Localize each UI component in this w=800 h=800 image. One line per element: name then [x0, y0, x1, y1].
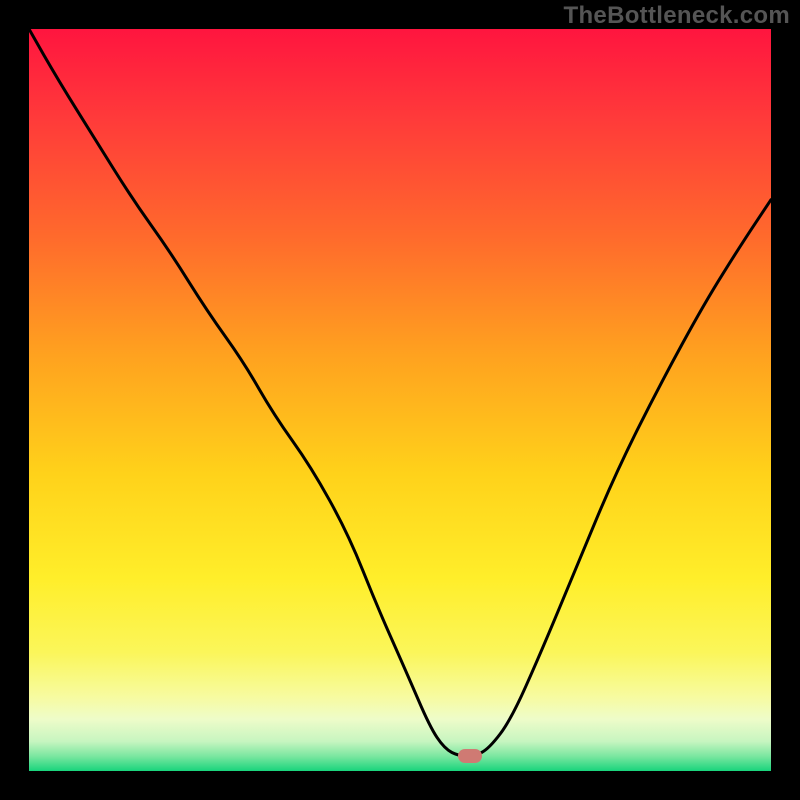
chart-frame: TheBottleneck.com: [0, 0, 800, 800]
optimal-point-marker: [458, 749, 482, 763]
watermark-text: TheBottleneck.com: [564, 2, 790, 30]
marker-pill: [458, 749, 482, 763]
bottleneck-curve: [29, 29, 771, 771]
curve-path: [29, 29, 771, 756]
